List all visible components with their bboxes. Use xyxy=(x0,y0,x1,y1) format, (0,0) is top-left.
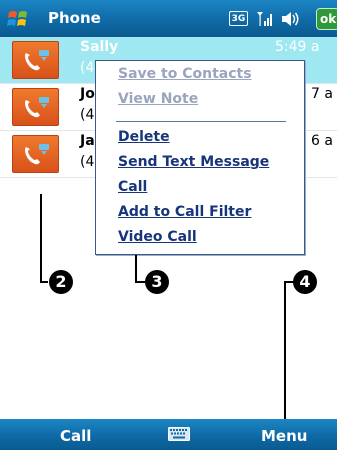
signal-icon[interactable] xyxy=(256,10,274,28)
menu-item-delete[interactable]: Delete xyxy=(118,129,170,145)
menu-item-add-to-call-filter[interactable]: Add to Call Filter xyxy=(118,204,251,220)
caller-name: Ja xyxy=(80,133,95,149)
caller-name: Jo xyxy=(80,86,95,102)
call-time: 7 a xyxy=(311,86,333,102)
call-time: 6 a xyxy=(311,133,333,149)
callout-3-line xyxy=(135,255,137,282)
windows-start-icon[interactable] xyxy=(7,8,29,30)
menu-item-send-text-message[interactable]: Send Text Message xyxy=(118,154,269,170)
outgoing-call-icon xyxy=(12,88,59,126)
outgoing-call-icon xyxy=(12,135,59,173)
menu-item-call[interactable]: Call xyxy=(118,179,147,195)
caller-number: (4 xyxy=(80,60,95,76)
callout-4-line xyxy=(284,282,286,422)
keyboard-icon[interactable] xyxy=(168,426,190,441)
outgoing-call-icon xyxy=(12,41,59,79)
call-softkey[interactable]: Call xyxy=(60,427,91,445)
menu-item-video-call[interactable]: Video Call xyxy=(118,229,197,245)
menu-separator xyxy=(116,121,286,122)
callout-4-marker: 4 xyxy=(293,270,317,294)
context-menu: Save to Contacts View Note Delete Send T… xyxy=(95,60,305,255)
volume-icon[interactable] xyxy=(281,10,300,28)
callout-3-marker: 3 xyxy=(145,270,169,294)
callout-2-marker: 2 xyxy=(49,270,73,294)
app-title: Phone xyxy=(48,9,101,27)
menu-softkey[interactable]: Menu xyxy=(261,427,307,445)
ok-button[interactable]: ok xyxy=(316,8,337,30)
menu-item-save-to-contacts[interactable]: Save to Contacts xyxy=(118,66,252,82)
caller-name: Sally xyxy=(80,39,119,55)
menu-item-view-note[interactable]: View Note xyxy=(118,91,198,107)
callout-3-line xyxy=(135,281,145,283)
network-3g-badge: 3G xyxy=(229,11,248,26)
callout-2-line xyxy=(40,281,48,283)
caller-number: (4 xyxy=(80,154,95,170)
callout-2-line xyxy=(40,194,42,282)
caller-number: (4 xyxy=(80,107,95,123)
call-time: 5:49 a xyxy=(275,39,320,55)
